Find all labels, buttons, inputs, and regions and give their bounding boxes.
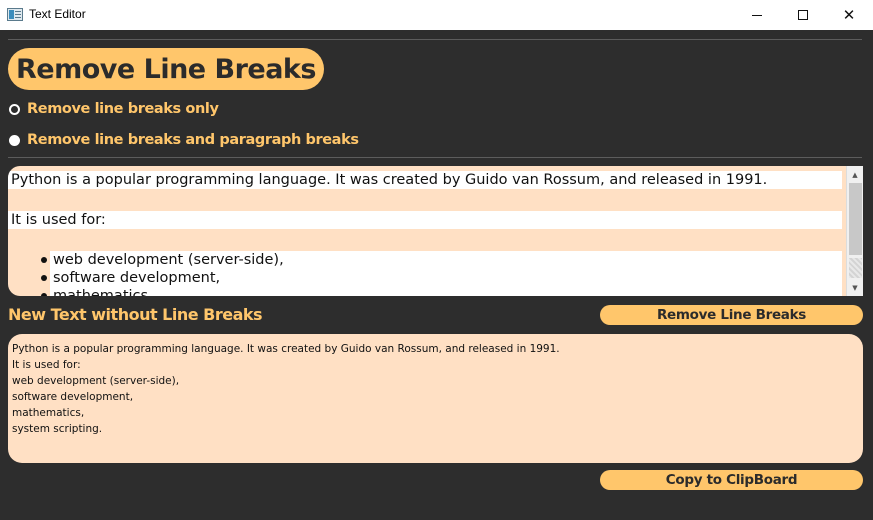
output-line: software development,	[12, 391, 134, 403]
copy-to-clipboard-button[interactable]: Copy to ClipBoard	[600, 470, 863, 490]
output-text-area[interactable]: Python is a popular programming language…	[8, 334, 863, 463]
bullet-item: software development,	[50, 269, 842, 287]
page-title: Remove Line Breaks	[16, 53, 316, 85]
scrollbar-thumb[interactable]	[849, 183, 862, 255]
options-divider	[8, 157, 862, 158]
title-bar: Text Editor ✕	[0, 0, 873, 30]
bullet-item: web development (server-side),	[50, 251, 842, 269]
radio-label: Remove line breaks only	[27, 101, 219, 117]
top-divider	[8, 39, 862, 40]
maximize-button[interactable]	[780, 0, 826, 30]
minimize-icon	[752, 15, 762, 16]
radio-label: Remove line breaks and paragraph breaks	[27, 132, 359, 148]
minimize-button[interactable]	[734, 0, 780, 30]
output-line: It is used for:	[12, 359, 81, 371]
scroll-down-icon[interactable]: ▼	[847, 279, 863, 296]
header-banner: Remove Line Breaks	[8, 48, 324, 90]
radio-remove-line-and-paragraph-breaks[interactable]: Remove line breaks and paragraph breaks	[9, 132, 359, 148]
bullet-icon	[41, 275, 47, 281]
app-icon	[7, 8, 23, 21]
output-line: mathematics,	[12, 407, 85, 419]
close-button[interactable]: ✕	[826, 0, 872, 30]
output-line: system scripting.	[12, 423, 103, 435]
input-line: It is used for:	[8, 211, 842, 229]
maximize-icon	[798, 10, 808, 20]
output-line: web development (server-side),	[12, 375, 180, 387]
radio-remove-line-breaks-only[interactable]: Remove line breaks only	[9, 101, 219, 117]
remove-line-breaks-button[interactable]: Remove Line Breaks	[600, 305, 863, 325]
bullet-item: mathematics,	[50, 287, 842, 296]
close-icon: ✕	[842, 5, 856, 24]
radio-unselected-icon[interactable]	[9, 103, 20, 115]
input-scrollbar[interactable]: ▲ ▼	[846, 166, 863, 296]
bullet-icon	[41, 257, 47, 263]
input-line: Python is a popular programming language…	[8, 171, 842, 189]
scroll-up-icon[interactable]: ▲	[847, 166, 863, 183]
output-line: Python is a popular programming language…	[12, 343, 560, 355]
window-title: Text Editor	[29, 7, 86, 21]
bullet-icon	[41, 293, 47, 296]
input-text-area[interactable]: Python is a popular programming language…	[8, 166, 863, 296]
output-section-label: New Text without Line Breaks	[8, 305, 263, 324]
scrollbar-track[interactable]	[849, 258, 862, 278]
radio-selected-icon[interactable]	[9, 134, 20, 146]
